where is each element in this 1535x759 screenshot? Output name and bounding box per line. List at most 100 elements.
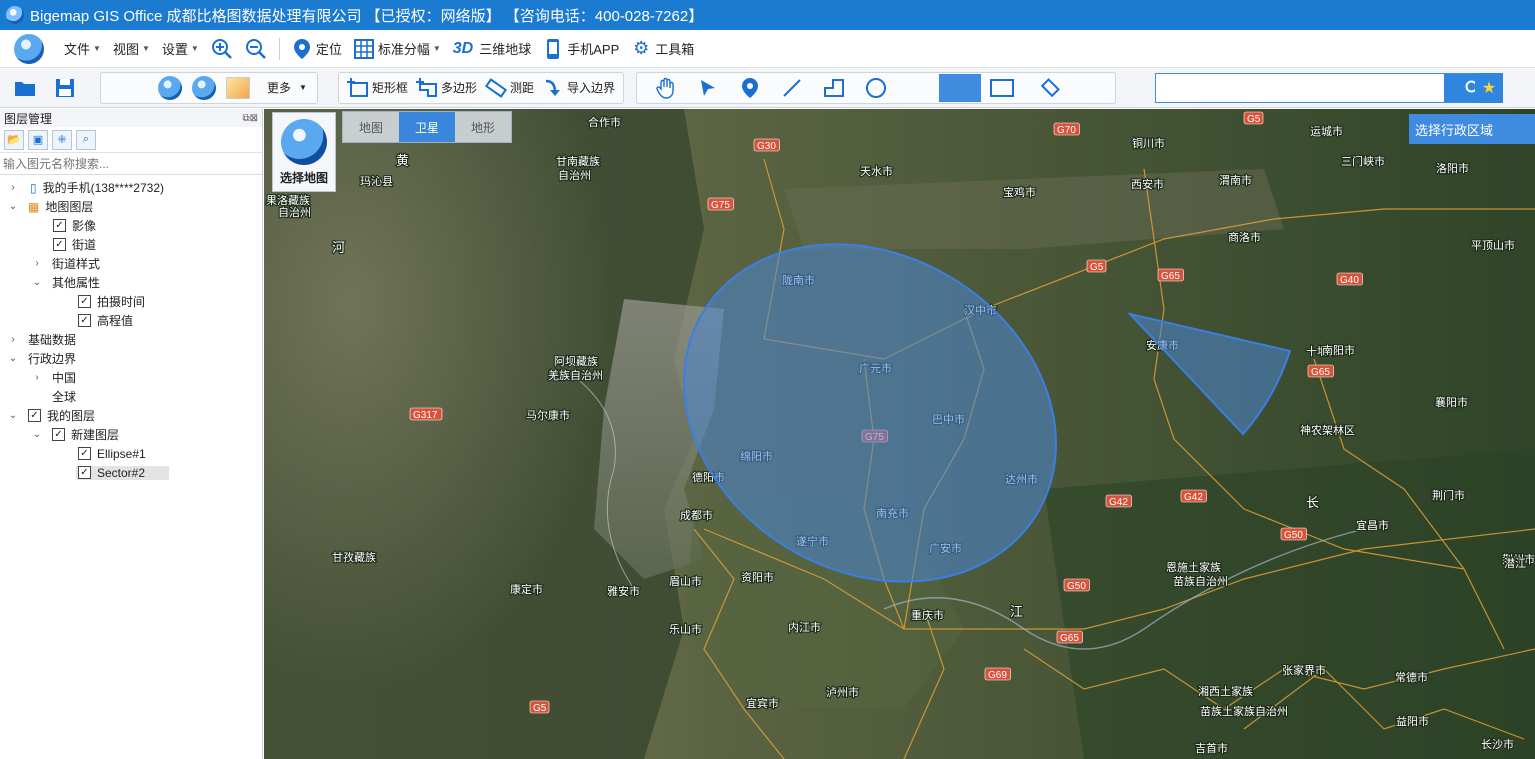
tab-terrain[interactable]: 地形: [455, 112, 511, 142]
chevron-down-icon[interactable]: ⌄: [30, 429, 44, 440]
caret-down-icon: ▼: [432, 44, 441, 53]
bigemap-logo-icon[interactable]: [14, 33, 44, 64]
elevation-checkbox[interactable]: ✓: [78, 314, 91, 327]
map-canvas[interactable]: 合作市 甘南藏族 自治州 天水市 宝鸡市 西安市 铜川市 渭南市 运城市 三门峡市 洛阳市 商洛市 平顶…: [264, 109, 1535, 759]
pan-hand-icon[interactable]: [653, 75, 679, 101]
close-icon[interactable]: ⊠: [250, 113, 258, 124]
tree-item-base-data[interactable]: › 基础数据: [0, 330, 262, 349]
menu-settings[interactable]: 设置 ▼: [156, 34, 205, 64]
search-input[interactable]: [1156, 74, 1444, 102]
grid-button[interactable]: 标准分幅 ▼: [348, 34, 447, 64]
polygon-select-button[interactable]: 多边形: [412, 74, 481, 102]
tree-label: 新建图层: [71, 428, 120, 442]
menu-file[interactable]: 文件 ▼: [58, 34, 107, 64]
map-label: 益阳市: [1396, 714, 1429, 728]
chevron-down-icon[interactable]: ⌄: [6, 353, 20, 364]
streets-checkbox[interactable]: ✓: [53, 238, 66, 251]
marker-pin-icon[interactable]: [737, 75, 763, 101]
google-earth-icon[interactable]: [158, 75, 182, 100]
fill-color-swatch[interactable]: [939, 73, 982, 102]
highway-label: G5: [1090, 262, 1104, 273]
zoom-in-button[interactable]: [205, 34, 239, 64]
chevron-right-icon[interactable]: ›: [30, 372, 44, 383]
my-layers-checkbox[interactable]: ✓: [28, 409, 41, 422]
map-label: 资阳市: [741, 570, 774, 584]
tree-item-phone[interactable]: › ▯ 我的手机(138****2732): [0, 178, 262, 197]
tree-item-sector[interactable]: ✓ Sector#2: [0, 463, 262, 482]
polyline-tool-icon[interactable]: [821, 75, 847, 101]
open-folder-icon[interactable]: [12, 75, 38, 101]
chevron-right-icon[interactable]: ›: [6, 182, 20, 193]
mobile-label: 手机APP: [567, 42, 620, 57]
eraser-tool-icon[interactable]: [1037, 75, 1063, 101]
map-label: 张家界市: [1282, 663, 1326, 677]
chevron-right-icon[interactable]: ›: [30, 258, 44, 269]
rectangle-select-button[interactable]: 矩形框: [343, 74, 412, 102]
highway-label: G50: [1067, 581, 1086, 592]
tree-item-streets[interactable]: ✓ 街道: [0, 235, 262, 254]
tree-item-new-layer[interactable]: ⌄ ✓ 新建图层: [0, 425, 262, 444]
open-layer-icon[interactable]: 📂: [4, 129, 24, 150]
locate-button[interactable]: 定位: [286, 34, 348, 64]
map-svg[interactable]: 合作市甘南藏族自治州 天水市宝鸡市 西安市 铜川市渭南市 运城市三门峡市洛阳市商洛市平顶…: [264, 109, 1535, 759]
measure-button[interactable]: 测距: [481, 74, 538, 102]
restore-icon[interactable]: ⧉: [242, 113, 249, 124]
tree-item-imagery[interactable]: ✓ 影像: [0, 216, 262, 235]
save-layer-icon[interactable]: ▣: [28, 129, 48, 150]
map-label: 运城市: [1310, 124, 1343, 138]
tree-item-china[interactable]: › 中国: [0, 368, 262, 387]
globe-icon[interactable]: [192, 75, 216, 100]
select-region-button[interactable]: 选择行政区域: [1409, 114, 1535, 144]
map-label: 三门峡市: [1341, 154, 1385, 168]
tree-item-map-layers[interactable]: ⌄ ▦ 地图图层: [0, 197, 262, 216]
map-source-thumbnail-icon[interactable]: [226, 76, 250, 99]
map-label: 商洛市: [1228, 230, 1261, 244]
rectangle-tool-icon[interactable]: [989, 75, 1015, 101]
map-label: 马尔康市: [526, 408, 570, 422]
new-layer-checkbox[interactable]: ✓: [52, 428, 65, 441]
toolbox-button[interactable]: ⚙ 工具箱: [625, 34, 700, 64]
map-label: 合作市: [588, 115, 621, 129]
tree-item-street-style[interactable]: › 街道样式: [0, 254, 262, 273]
polygon-select-icon: [416, 77, 438, 99]
tree-item-admin-boundary[interactable]: ⌄ 行政边界: [0, 349, 262, 368]
sector-checkbox[interactable]: ✓: [78, 466, 91, 479]
line-tool-icon[interactable]: [779, 75, 805, 101]
highway-label: G40: [1340, 275, 1359, 286]
ellipse-checkbox[interactable]: ✓: [78, 447, 91, 460]
tree-item-my-layers[interactable]: ⌄ ✓ 我的图层: [0, 406, 262, 425]
globe3d-button[interactable]: 3D 三维地球: [447, 34, 537, 64]
tree-item-other-attrs[interactable]: ⌄ 其他属性: [0, 273, 262, 292]
tab-map[interactable]: 地图: [343, 112, 399, 142]
tree-item-capture-time[interactable]: ✓ 拍摄时间: [0, 292, 262, 311]
capture-time-checkbox[interactable]: ✓: [78, 295, 91, 308]
menu-view[interactable]: 视图 ▼: [107, 34, 156, 64]
search-layer-icon[interactable]: ⌕: [76, 129, 96, 150]
chevron-down-icon[interactable]: ⌄: [6, 201, 20, 212]
more-label: 更多: [267, 81, 292, 95]
select-features-icon[interactable]: ⁜: [52, 129, 72, 150]
rect-label: 矩形框: [372, 81, 409, 95]
save-icon[interactable]: [52, 75, 78, 101]
zoom-out-button[interactable]: [239, 34, 273, 64]
tree-item-world[interactable]: 全球: [0, 387, 262, 406]
pointer-arrow-icon[interactable]: [695, 75, 721, 101]
chevron-down-icon[interactable]: ⌄: [30, 277, 44, 288]
select-map-button[interactable]: 选择地图: [272, 112, 336, 192]
tree-item-elevation[interactable]: ✓ 高程值: [0, 311, 262, 330]
star-icon: ★: [1481, 80, 1497, 97]
layer-search-input[interactable]: [3, 156, 262, 171]
chevron-down-icon[interactable]: ⌄: [6, 410, 20, 421]
import-boundary-button[interactable]: 导入边界: [538, 74, 619, 102]
more-button[interactable]: 更多 ▼: [263, 74, 311, 102]
tab-satellite[interactable]: 卫星: [399, 112, 455, 142]
chevron-right-icon[interactable]: ›: [6, 334, 20, 345]
mobile-app-button[interactable]: 手机APP: [537, 34, 625, 64]
map-source-group: 更多 ▼: [100, 71, 318, 104]
circle-tool-icon[interactable]: [863, 75, 889, 101]
caret-down-icon: ▼: [190, 44, 199, 53]
imagery-checkbox[interactable]: ✓: [53, 219, 66, 232]
tree-item-ellipse[interactable]: ✓ Ellipse#1: [0, 444, 262, 463]
map-label: 苗族自治州: [1173, 574, 1228, 588]
favorites-button[interactable]: ★: [1475, 73, 1503, 103]
